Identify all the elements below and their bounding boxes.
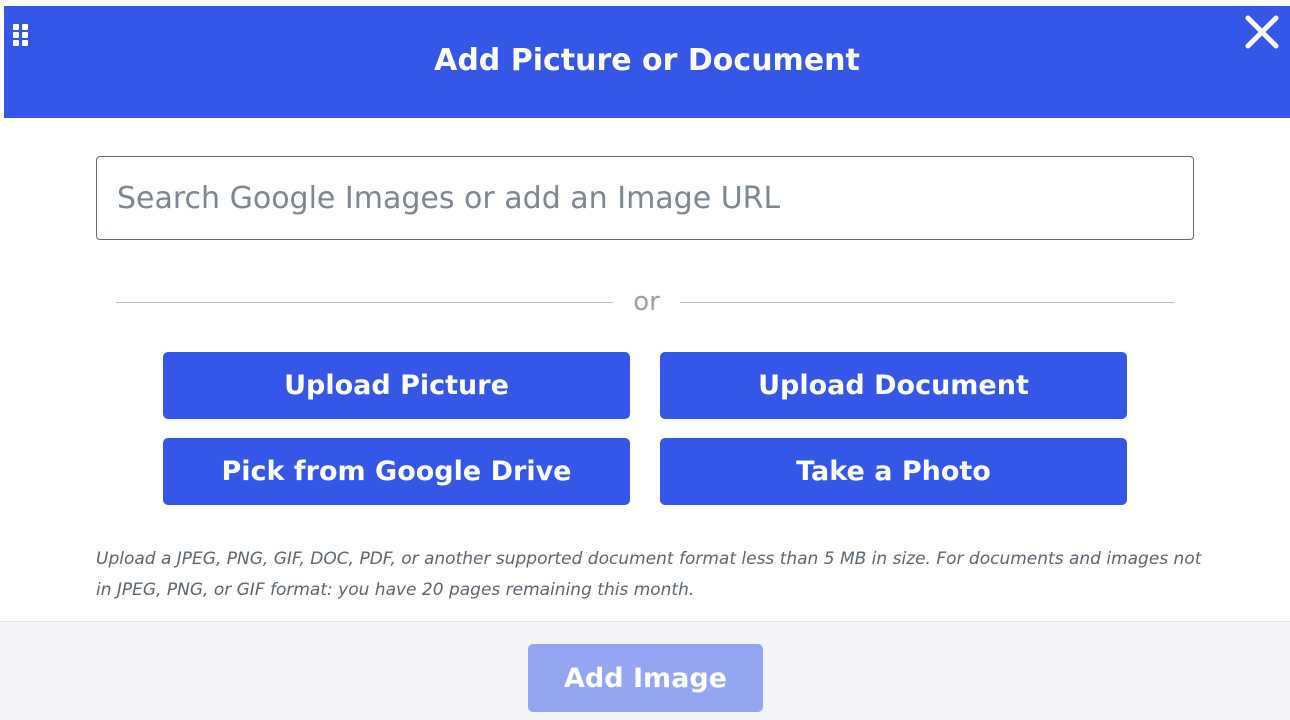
divider-line-right <box>680 302 1174 303</box>
close-button[interactable] <box>1240 10 1284 54</box>
divider-or-text: or <box>633 287 660 317</box>
upload-info-text: Upload a JPEG, PNG, GIF, DOC, PDF, or an… <box>96 549 1202 600</box>
add-image-button[interactable]: Add Image <box>528 644 763 712</box>
upload-picture-button[interactable]: Upload Picture <box>163 352 630 419</box>
image-search-input[interactable] <box>96 156 1194 240</box>
dialog-title: Add Picture or Document <box>434 43 860 78</box>
upload-document-button[interactable]: Upload Document <box>660 352 1127 419</box>
take-photo-button[interactable]: Take a Photo <box>660 438 1127 505</box>
dialog-footer: Add Image <box>0 621 1290 720</box>
pick-google-drive-button[interactable]: Pick from Google Drive <box>163 438 630 505</box>
divider-line-left <box>116 302 613 303</box>
add-picture-dialog: Add Picture or Document or Upload Pictur… <box>0 0 1290 720</box>
close-icon <box>1245 15 1279 49</box>
dialog-header: Add Picture or Document <box>4 6 1290 118</box>
